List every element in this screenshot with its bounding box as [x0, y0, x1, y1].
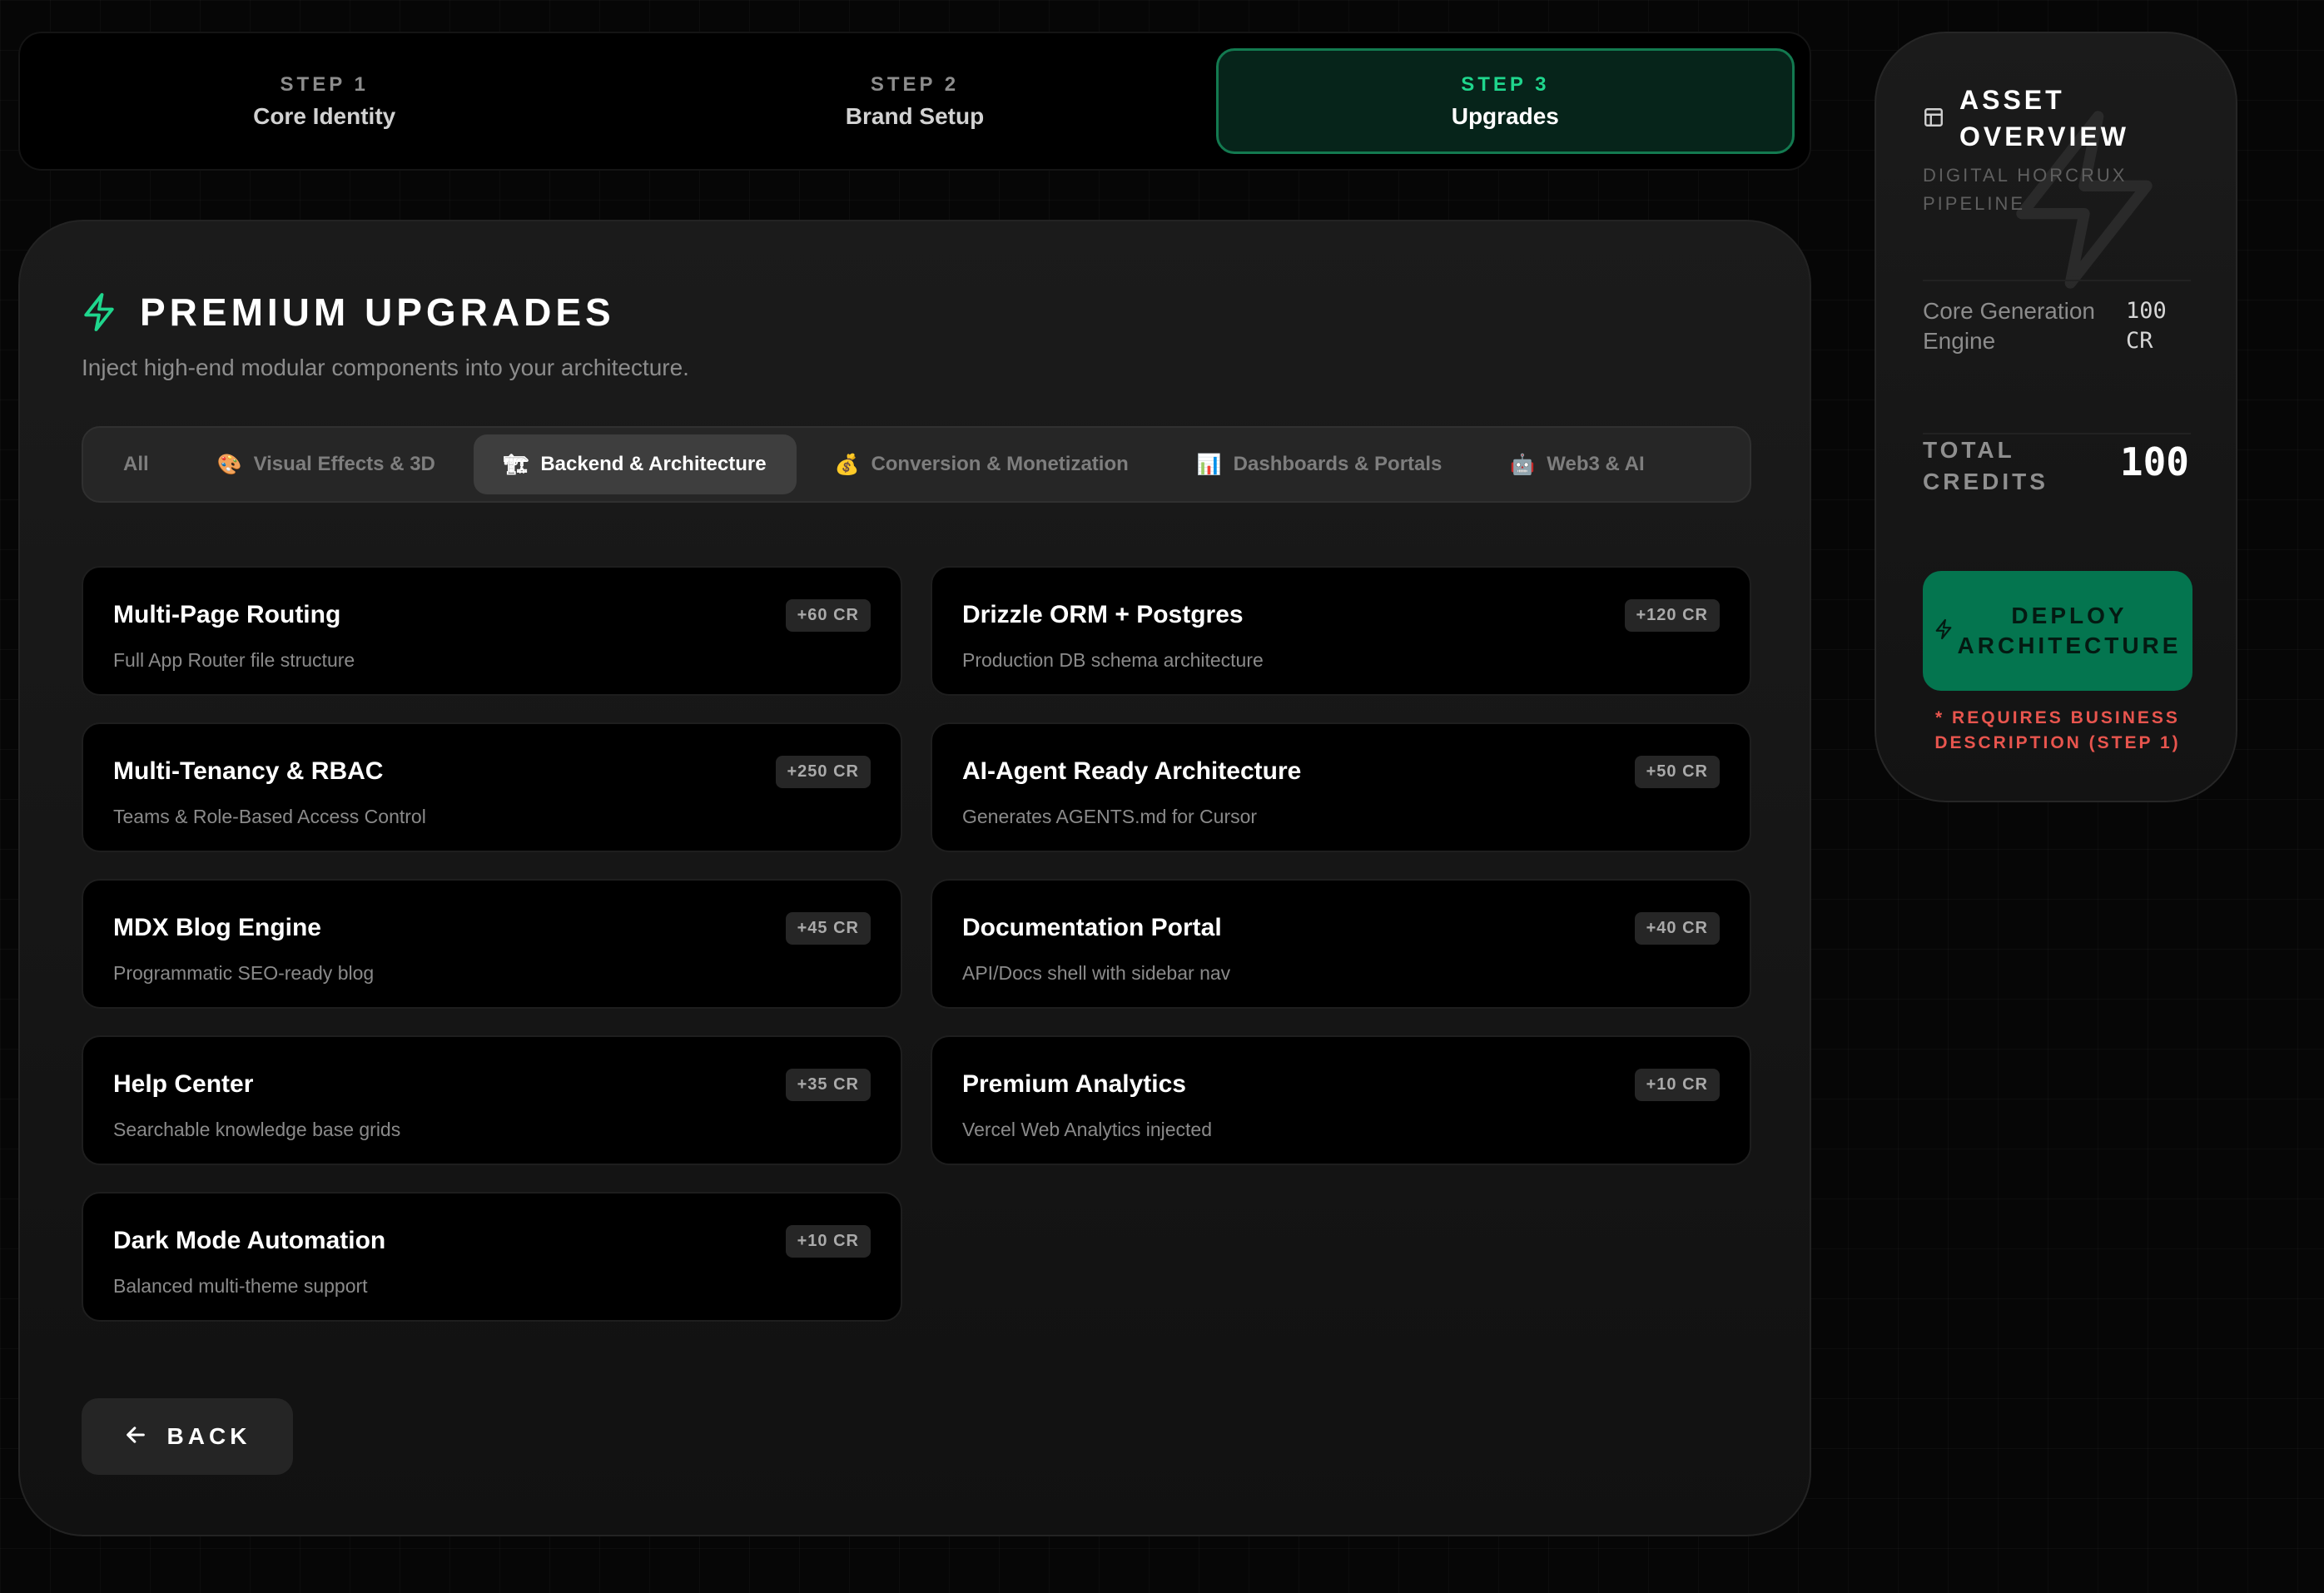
credit-badge: +35 CR [785, 1069, 871, 1101]
tab-label: Conversion & Monetization [871, 453, 1129, 475]
step-number: STEP 3 [1461, 72, 1550, 96]
page-subtitle: Inject high-end modular components into … [82, 355, 689, 380]
step-label: Core Identity [253, 102, 396, 129]
bar-chart-icon: 📊 [1196, 453, 1222, 476]
credit-badge: +45 CR [785, 912, 871, 945]
step-brand-setup[interactable]: STEP 2 Brand Setup [625, 48, 1204, 154]
line-item-label: Core Generation Engine [1923, 298, 2096, 354]
tab-label: Visual Effects & 3D [253, 453, 435, 475]
card-description: Teams & Role-Based Access Control [113, 806, 426, 827]
card-title: Documentation Portal [962, 914, 1222, 941]
card-description: Production DB schema architecture [962, 649, 1264, 671]
step-number: STEP 2 [870, 72, 960, 96]
card-title: Multi-Tenancy & RBAC [113, 757, 384, 785]
credit-badge: +250 CR [775, 756, 871, 788]
step-upgrades[interactable]: STEP 3 Upgrades [1215, 48, 1795, 154]
overview-title-line: OVERVIEW [1959, 122, 2129, 151]
step-label: Upgrades [1451, 102, 1559, 129]
overview-title: ASSET OVERVIEW [1959, 82, 2129, 155]
tab-label: All [123, 453, 149, 475]
bolt-icon [1934, 618, 1953, 644]
credit-badge: +50 CR [1634, 756, 1720, 788]
tab-all[interactable]: All [93, 434, 179, 494]
tab-label: Dashboards & Portals [1233, 453, 1443, 475]
total-label-line: TOTAL [1923, 437, 2015, 463]
upgrade-card-multi-tenancy[interactable]: Multi-Tenancy & RBAC Teams & Role-Based … [82, 722, 902, 852]
requirement-note: * REQUIRES BUSINESS DESCRIPTION (STEP 1) [1934, 708, 2181, 752]
back-button[interactable]: BACK [82, 1398, 293, 1475]
deploy-architecture-button[interactable]: DEPLOY ARCHITECTURE [1923, 571, 2192, 691]
upgrades-panel: PREMIUM UPGRADES Inject high-end modular… [18, 220, 1811, 1536]
credit-badge: +120 CR [1624, 599, 1720, 632]
panel-header: PREMIUM UPGRADES [82, 290, 615, 335]
upgrade-card-mdx-blog[interactable]: MDX Blog Engine Programmatic SEO-ready b… [82, 879, 902, 1009]
step-core-identity[interactable]: STEP 1 Core Identity [35, 48, 613, 154]
tab-conversion-monetization[interactable]: 💰 Conversion & Monetization [805, 434, 1159, 494]
tab-backend-architecture[interactable]: 🏗 Backend & Architecture [473, 434, 797, 494]
credit-badge: +10 CR [1634, 1069, 1720, 1101]
card-title: Multi-Page Routing [113, 601, 341, 628]
arrow-left-icon [124, 1423, 147, 1451]
page-title: PREMIUM UPGRADES [140, 290, 615, 334]
money-bag-icon: 💰 [834, 453, 860, 476]
robot-icon: 🤖 [1510, 453, 1536, 476]
layout-icon [1923, 107, 1944, 155]
card-title: Dark Mode Automation [113, 1227, 386, 1254]
card-title: Drizzle ORM + Postgres [962, 601, 1244, 628]
card-description: Vercel Web Analytics injected [962, 1119, 1213, 1140]
card-description: Searchable knowledge base grids [113, 1119, 401, 1140]
overview-title-line: ASSET [1959, 85, 2065, 115]
stepper: STEP 1 Core Identity STEP 2 Brand Setup … [18, 32, 1811, 171]
tab-web3-ai[interactable]: 🤖 Web3 & AI [1480, 434, 1674, 494]
tab-dashboards-portals[interactable]: 📊 Dashboards & Portals [1167, 434, 1472, 494]
tab-label: Backend & Architecture [540, 453, 767, 475]
card-description: Balanced multi-theme support [113, 1275, 368, 1297]
upgrade-card-premium-analytics[interactable]: Premium Analytics Vercel Web Analytics i… [931, 1035, 1751, 1165]
card-title: Help Center [113, 1070, 254, 1098]
credit-badge: +10 CR [785, 1225, 871, 1258]
divider [1923, 280, 2191, 281]
bolt-icon [82, 293, 117, 331]
card-description: Generates AGENTS.md for Cursor [962, 806, 1258, 827]
total-credits-value: 100 [2119, 439, 2189, 484]
upgrade-card-dark-mode[interactable]: Dark Mode Automation Balanced multi-them… [82, 1192, 902, 1322]
upgrade-card-drizzle-orm[interactable]: Drizzle ORM + Postgres Production DB sch… [931, 566, 1751, 696]
back-label: BACK [166, 1423, 251, 1449]
upgrade-card-documentation-portal[interactable]: Documentation Portal API/Docs shell with… [931, 879, 1751, 1009]
step-label: Brand Setup [845, 102, 985, 129]
upgrade-card-multi-page-routing[interactable]: Multi-Page Routing Full App Router file … [82, 566, 902, 696]
category-tabs: All 🎨 Visual Effects & 3D 🏗 Backend & Ar… [82, 426, 1751, 503]
deploy-label: DEPLOY ARCHITECTURE [1953, 601, 2192, 661]
upgrade-card-ai-agent[interactable]: AI-Agent Ready Architecture Generates AG… [931, 722, 1751, 852]
card-title: AI-Agent Ready Architecture [962, 757, 1302, 785]
credit-badge: +40 CR [1634, 912, 1720, 945]
upgrade-card-help-center[interactable]: Help Center Searchable knowledge base gr… [82, 1035, 902, 1165]
tab-label: Web3 & AI [1547, 453, 1645, 475]
card-description: Programmatic SEO-ready blog [113, 962, 375, 984]
card-title: Premium Analytics [962, 1070, 1186, 1098]
overview-header: ASSET OVERVIEW [1923, 82, 2129, 155]
deploy-label-line: DEPLOY [2011, 603, 2128, 628]
upgrade-grid: Multi-Page Routing Full App Router file … [82, 566, 1751, 1322]
line-item-value: 100 CR [2126, 298, 2167, 354]
card-description: API/Docs shell with sidebar nav [962, 962, 1231, 984]
overview-subtitle: DIGITAL HORCRUX PIPELINE [1923, 165, 2128, 214]
deploy-label-line: ARCHITECTURE [1957, 633, 2182, 658]
step-number: STEP 1 [280, 72, 369, 96]
total-credits-label: TOTAL CREDITS [1923, 434, 2048, 498]
total-label-line: CREDITS [1923, 469, 2048, 494]
card-description: Full App Router file structure [113, 649, 355, 671]
card-title: MDX Blog Engine [113, 914, 321, 941]
construction-icon: 🏗 [503, 453, 529, 476]
palette-icon: 🎨 [216, 453, 242, 476]
tab-visual-effects[interactable]: 🎨 Visual Effects & 3D [187, 434, 465, 494]
credit-badge: +60 CR [785, 599, 871, 632]
asset-overview-panel: ASSET OVERVIEW DIGITAL HORCRUX PIPELINE … [1875, 32, 2237, 802]
